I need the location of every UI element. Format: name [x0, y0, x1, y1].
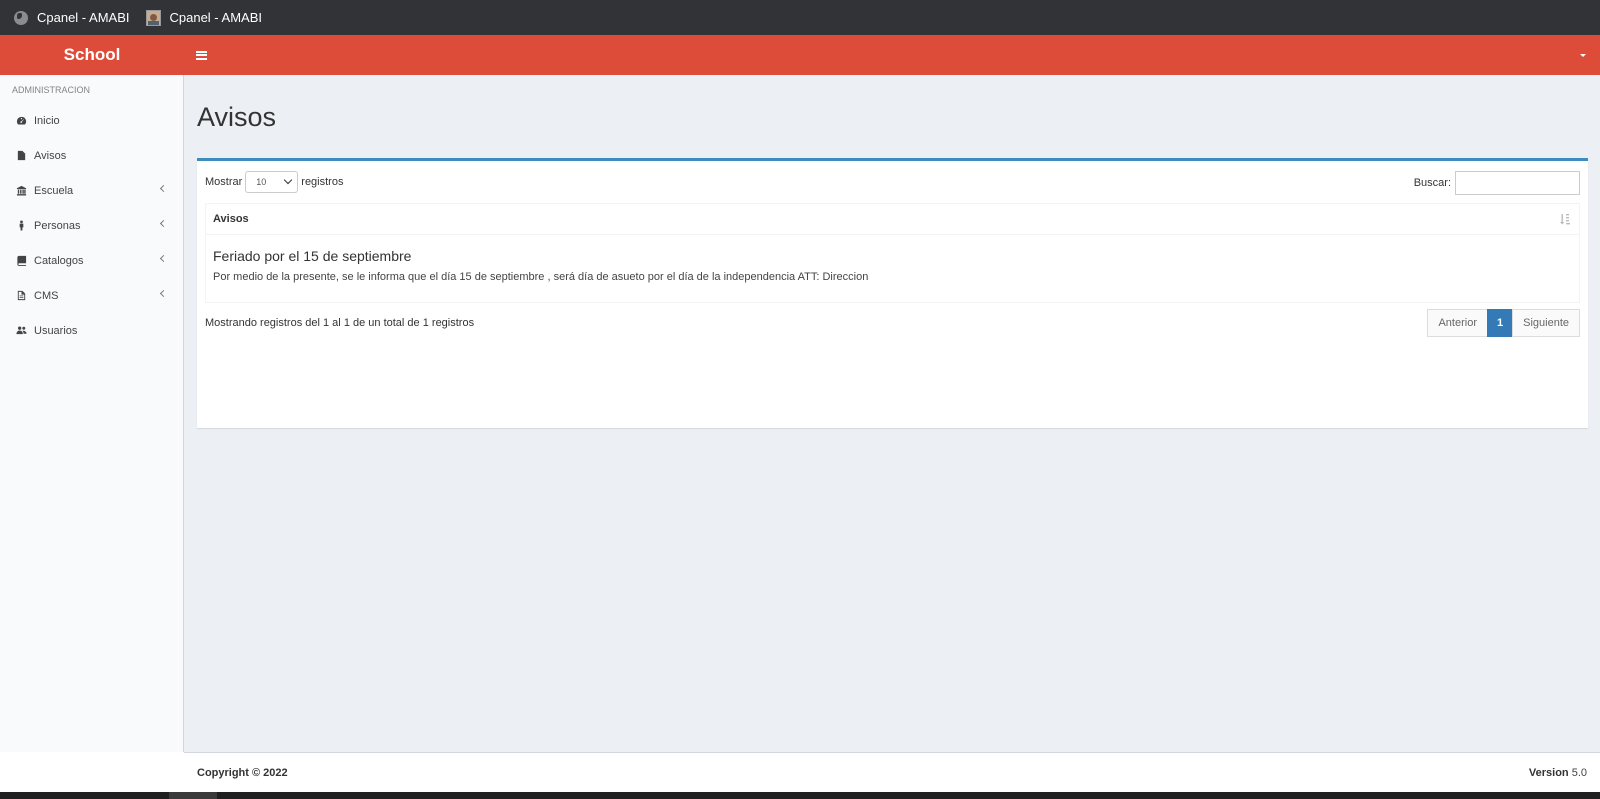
avisos-box: Mostrar 10 registros Buscar: Avisos Feri…	[197, 158, 1588, 428]
chevron-left-icon	[159, 289, 168, 298]
caret-down-icon[interactable]	[1580, 54, 1586, 57]
aviso-text: Por medio de la presente, se le informa …	[213, 271, 869, 283]
length-suffix: registros	[301, 176, 344, 188]
bank-icon	[15, 185, 27, 197]
users-icon	[15, 325, 27, 337]
globe-icon	[14, 10, 28, 25]
length-prefix: Mostrar	[205, 176, 243, 188]
info-text: al	[329, 317, 344, 329]
file-text-icon	[15, 290, 27, 302]
file-icon	[15, 150, 27, 162]
browser-tab-bar: Cpanel - AMABI Cpanel - AMABI	[0, 0, 1600, 35]
search-control: Buscar:	[1414, 171, 1580, 195]
sidebar-item-label: Avisos	[34, 149, 67, 162]
sidebar-item-usuarios[interactable]: Usuarios	[0, 313, 183, 348]
person-icon	[15, 220, 27, 232]
hamburger-icon[interactable]	[196, 50, 207, 60]
avisos-table: Avisos Feriado por el 15 de septiembre P…	[205, 203, 1580, 303]
taskbar-strip	[0, 792, 1600, 799]
browser-tab-label: Cpanel - AMABI	[37, 10, 130, 25]
sidebar-item-catalogos[interactable]: Catalogos	[0, 243, 183, 278]
sidebar-item-label: Inicio	[34, 114, 60, 127]
chevron-left-icon	[159, 254, 168, 263]
browser-tab[interactable]: Cpanel - AMABI	[145, 9, 263, 26]
length-select-value: 10	[256, 177, 267, 187]
version-label: Version	[1528, 766, 1569, 779]
avatar-icon	[145, 9, 161, 26]
browser-tab[interactable]: Cpanel - AMABI	[14, 10, 130, 25]
sidebar-item-cms[interactable]: CMS	[0, 278, 183, 313]
page-title: Avisos	[197, 102, 277, 132]
previous-page-button[interactable]: Anterior	[1427, 309, 1488, 337]
info-text: registros	[428, 317, 475, 329]
chevron-down-icon	[284, 175, 293, 185]
table-info: Mostrando registros del 1 al 1 de un tot…	[205, 317, 474, 329]
chevron-left-icon	[159, 219, 168, 228]
length-select[interactable]: 10	[245, 171, 299, 193]
info-text: Mostrando registros del	[205, 317, 323, 329]
sidebar-item-label: Personas	[34, 219, 81, 232]
sort-icon[interactable]	[1559, 213, 1571, 225]
page-1-button[interactable]: 1	[1487, 309, 1514, 337]
footer: Copyright © 2022 Version 5.0	[184, 752, 1600, 792]
column-header-label: Avisos	[213, 213, 249, 225]
length-control: Mostrar 10 registros	[205, 171, 343, 193]
next-page-button[interactable]: Siguiente	[1512, 309, 1580, 337]
version-number: 5.0	[1571, 766, 1587, 779]
column-header-avisos[interactable]: Avisos	[206, 204, 1579, 235]
aviso-title: Feriado por el 15 de septiembre	[213, 248, 412, 264]
chevron-left-icon	[159, 184, 168, 193]
version-info: Version 5.0	[1529, 767, 1587, 779]
sidebar-item-personas[interactable]: Personas	[0, 208, 183, 243]
top-navbar: School	[0, 35, 1600, 75]
copyright: Copyright © 2022	[197, 766, 288, 779]
sidebar-item-avisos[interactable]: Avisos	[0, 138, 183, 173]
sidebar-header: ADMINISTRACION	[12, 85, 91, 95]
book-icon	[15, 255, 27, 267]
sidebar-item-inicio[interactable]: Inicio	[0, 103, 183, 138]
pagination: Anterior 1 Siguiente	[1427, 309, 1580, 337]
brand-logo[interactable]: School	[0, 45, 184, 65]
search-label: Buscar:	[1413, 177, 1451, 189]
footer-left-blank	[0, 752, 184, 792]
info-text: de un total de	[349, 317, 423, 329]
sidebar-item-label: Catalogos	[34, 254, 84, 267]
main-content: Avisos Mostrar 10 registros Buscar: Avis…	[184, 75, 1600, 752]
sidebar-item-escuela[interactable]: Escuela	[0, 173, 183, 208]
browser-tab-label: Cpanel - AMABI	[169, 10, 263, 25]
search-input[interactable]	[1455, 171, 1580, 195]
sidebar-item-label: CMS	[34, 289, 59, 302]
table-row: Feriado por el 15 de septiembre Por medi…	[206, 235, 1579, 283]
sidebar-item-label: Escuela	[34, 184, 74, 197]
sidebar-item-label: Usuarios	[34, 324, 78, 337]
sidebar: ADMINISTRACION Inicio Avisos Escuela Per…	[0, 75, 184, 752]
dashboard-icon	[15, 115, 27, 127]
